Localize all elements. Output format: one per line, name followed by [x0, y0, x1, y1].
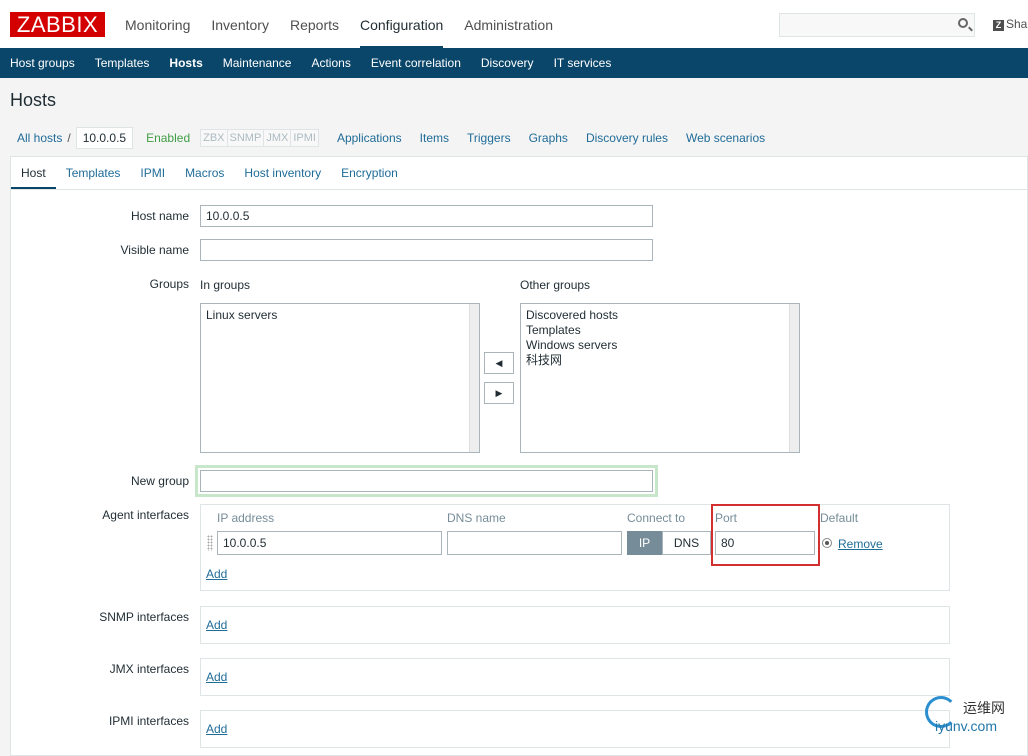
ipmi-interfaces-panel: Add [200, 710, 950, 748]
submenu-maintenance[interactable]: Maintenance [223, 48, 292, 78]
snmp-interfaces-label: SNMP interfaces [99, 610, 189, 624]
visible-name-field[interactable] [200, 239, 653, 261]
zabbix-logo[interactable]: ZABBIX [10, 12, 105, 37]
availability-badges: ZBX SNMP JMX IPMI [200, 129, 319, 147]
dns-name-field[interactable] [447, 531, 622, 555]
watermark: 运维网 iyunv.com [925, 696, 1028, 742]
connect-dns-button[interactable]: DNS [662, 531, 711, 555]
connect-ip-button[interactable]: IP [627, 531, 662, 555]
main-menu: Monitoring Inventory Reports Configurati… [125, 0, 574, 48]
share-link[interactable]: Z Sha [993, 17, 1027, 31]
menu-configuration[interactable]: Configuration [360, 0, 444, 48]
submenu-discovery[interactable]: Discovery [481, 48, 534, 78]
jmx-interfaces-panel: Add [200, 658, 950, 696]
new-group-label: New group [130, 474, 189, 488]
tab-ipmi[interactable]: IPMI [140, 157, 165, 189]
dns-name-header: DNS name [447, 511, 506, 525]
new-group-field[interactable] [200, 470, 653, 492]
list-item[interactable]: Linux servers [206, 308, 474, 323]
watermark-bottom-text: iyunv.com [935, 718, 997, 734]
badge-ipmi: IPMI [291, 130, 318, 146]
host-name-label: Host name [130, 209, 189, 223]
port-highlight [711, 504, 820, 566]
list-item[interactable]: Templates [526, 323, 794, 338]
sub-menu: Host groups Templates Hosts Maintenance … [0, 48, 1028, 78]
move-right-button[interactable]: ▶ [484, 382, 514, 404]
submenu-event-correlation[interactable]: Event correlation [371, 48, 461, 78]
nav-discovery-rules[interactable]: Discovery rules [586, 131, 668, 145]
add-snmp-interface-link[interactable]: Add [206, 618, 227, 632]
scrollbar[interactable] [789, 304, 799, 452]
share-label: Sha [1006, 17, 1028, 31]
connect-to-header: Connect to [627, 511, 686, 525]
ip-address-header: IP address [217, 511, 275, 525]
badge-zbx: ZBX [201, 130, 228, 146]
watermark-top-text: 运维网 [963, 700, 1005, 716]
submenu-actions[interactable]: Actions [311, 48, 350, 78]
form-tabs: Host Templates IPMI Macros Host inventor… [11, 157, 1028, 190]
agent-interfaces-label: Agent interfaces [102, 508, 189, 522]
tab-host-inventory[interactable]: Host inventory [244, 157, 321, 189]
jmx-interfaces-label: JMX interfaces [109, 662, 189, 676]
nav-applications[interactable]: Applications [337, 131, 402, 145]
groups-label: Groups [149, 277, 189, 291]
badge-snmp: SNMP [227, 130, 265, 146]
list-item[interactable]: Discovered hosts [526, 308, 794, 323]
connect-to-toggle: IP DNS [627, 531, 711, 555]
scrollbar[interactable] [469, 304, 479, 452]
nav-triggers[interactable]: Triggers [467, 131, 511, 145]
menu-reports[interactable]: Reports [290, 0, 339, 48]
add-agent-interface-link[interactable]: Add [206, 567, 227, 581]
ip-address-field[interactable] [217, 531, 442, 555]
submenu-it-services[interactable]: IT services [554, 48, 612, 78]
menu-monitoring[interactable]: Monitoring [125, 0, 190, 48]
search-icon[interactable] [958, 18, 968, 28]
nav-items[interactable]: Items [420, 131, 449, 145]
add-jmx-interface-link[interactable]: Add [206, 670, 227, 684]
tab-encryption[interactable]: Encryption [341, 157, 398, 189]
tab-host[interactable]: Host [11, 157, 56, 189]
page-title: Hosts [10, 90, 57, 110]
submenu-hosts[interactable]: Hosts [169, 48, 202, 78]
list-item[interactable]: 科技网 [526, 353, 794, 368]
in-groups-label: In groups [200, 278, 251, 292]
remove-interface-link[interactable]: Remove [838, 537, 883, 551]
search-input[interactable] [779, 13, 975, 37]
nav-graphs[interactable]: Graphs [529, 131, 568, 145]
snmp-interfaces-panel: Add [200, 606, 950, 644]
status-badge: Enabled [146, 131, 191, 145]
host-form: Host Templates IPMI Macros Host inventor… [10, 156, 1028, 756]
share-icon: Z [993, 20, 1004, 31]
move-left-button[interactable]: ◀ [484, 352, 514, 374]
menu-administration[interactable]: Administration [464, 0, 553, 48]
default-header: Default [820, 511, 859, 525]
host-name-field[interactable] [200, 205, 653, 227]
breadcrumb-all-hosts[interactable]: All hosts [17, 131, 62, 145]
submenu-templates[interactable]: Templates [95, 48, 150, 78]
other-groups-list[interactable]: Discovered hosts Templates Windows serve… [520, 303, 800, 453]
agent-interfaces-panel: IP address DNS name Connect to Port Defa… [200, 504, 950, 591]
in-groups-list[interactable]: Linux servers [200, 303, 480, 453]
tab-macros[interactable]: Macros [185, 157, 224, 189]
breadcrumb: All hosts / 10.0.0.5 Enabled ZBX SNMP JM… [10, 127, 765, 149]
menu-inventory[interactable]: Inventory [211, 0, 269, 48]
badge-jmx: JMX [264, 130, 292, 146]
add-ipmi-interface-link[interactable]: Add [206, 722, 227, 736]
top-bar: ZABBIX Monitoring Inventory Reports Conf… [0, 0, 1028, 48]
nav-web-scenarios[interactable]: Web scenarios [686, 131, 765, 145]
default-radio[interactable] [822, 538, 832, 548]
breadcrumb-separator: / [67, 131, 71, 145]
list-item[interactable]: Windows servers [526, 338, 794, 353]
visible-name-label: Visible name [120, 243, 189, 257]
breadcrumb-current-host: 10.0.0.5 [75, 127, 134, 149]
tab-templates[interactable]: Templates [66, 157, 121, 189]
ipmi-interfaces-label: IPMI interfaces [108, 714, 189, 728]
submenu-host-groups[interactable]: Host groups [10, 48, 75, 78]
drag-handle-icon[interactable] [207, 535, 213, 551]
other-groups-label: Other groups [520, 278, 591, 292]
